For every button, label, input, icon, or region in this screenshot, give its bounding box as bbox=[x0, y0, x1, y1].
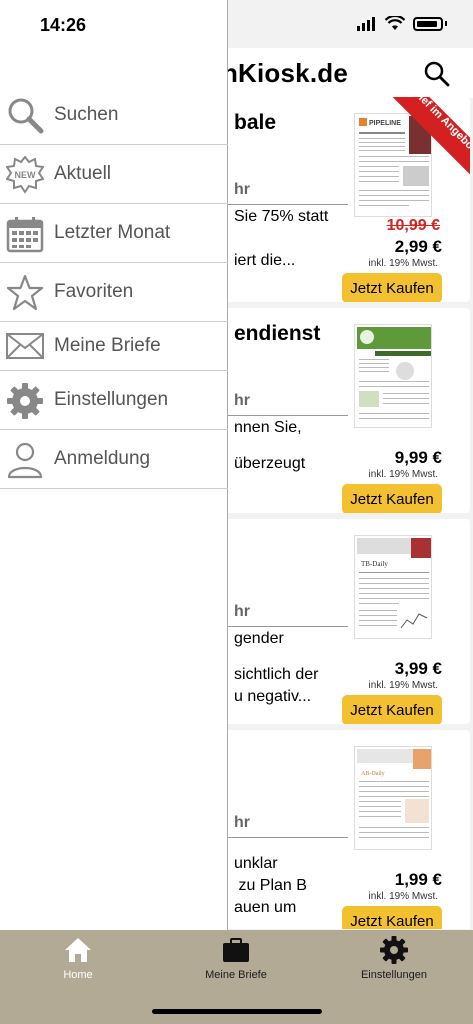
desc-line: überzeugt bbox=[234, 455, 306, 472]
cover-thumbnail: TB-Daily bbox=[355, 536, 431, 638]
card-title: bale bbox=[234, 111, 277, 134]
home-indicator bbox=[152, 1009, 322, 1014]
newsletter-cover-image[interactable]: PIPELINE bbox=[354, 113, 432, 217]
letter-card[interactable]: hr unklar zu Plan B auen um AB-Daily 1,9… bbox=[196, 730, 470, 929]
battery-icon bbox=[413, 16, 443, 31]
cover-thumbnail: PIPELINE bbox=[355, 114, 431, 216]
divider bbox=[226, 204, 348, 205]
card-description: nnen Sie, überzeugt bbox=[234, 417, 356, 475]
letter-card[interactable]: hr gender sichtlich der u negativ... TB-… bbox=[196, 519, 470, 724]
svg-text:AB-Daily: AB-Daily bbox=[361, 771, 385, 777]
calendar-icon bbox=[6, 217, 44, 253]
card-meta: hr bbox=[234, 181, 250, 198]
card-meta: hr bbox=[234, 392, 250, 409]
tax-note: inkl. 19% Mwst. bbox=[368, 891, 438, 902]
tab-label: Home bbox=[63, 969, 93, 981]
card-meta: hr bbox=[234, 814, 250, 831]
buy-button[interactable]: Jetzt Kaufen bbox=[342, 906, 442, 929]
menu-item-label: Anmeldung bbox=[54, 448, 151, 469]
desc-line: unklar bbox=[234, 855, 278, 872]
desc-line: auen um bbox=[234, 899, 297, 916]
tab-label: Meine Briefe bbox=[205, 969, 267, 981]
menu-item-label: Einstellungen bbox=[54, 389, 169, 410]
desc-line: Sie 75% statt bbox=[234, 208, 329, 225]
price: 2,99 € bbox=[394, 237, 442, 256]
price: 1,99 € bbox=[394, 870, 442, 889]
new-badge-icon: NEW bbox=[6, 156, 44, 194]
card-description: gender sichtlich der u negativ... bbox=[234, 628, 356, 708]
divider bbox=[226, 837, 348, 838]
buy-button[interactable]: Jetzt Kaufen bbox=[342, 273, 442, 302]
cover-thumbnail bbox=[355, 325, 431, 427]
menu-item-label: Suchen bbox=[54, 104, 119, 125]
briefcase-icon bbox=[223, 938, 249, 962]
tax-note: inkl. 19% Mwst. bbox=[368, 469, 438, 480]
signal-icon bbox=[357, 16, 375, 31]
menu-item-meine-briefe[interactable]: Meine Briefe bbox=[0, 322, 228, 371]
newsletter-cover-image[interactable] bbox=[354, 324, 432, 428]
tab-einstellungen[interactable]: Einstellungen bbox=[334, 936, 454, 981]
envelope-icon bbox=[6, 333, 44, 359]
buy-button[interactable]: Jetzt Kaufen bbox=[342, 484, 442, 513]
divider bbox=[226, 626, 348, 627]
menu-item-anmeldung[interactable]: Anmeldung bbox=[0, 430, 228, 489]
card-title: endienst bbox=[234, 322, 321, 345]
tab-home[interactable]: Home bbox=[18, 936, 138, 981]
card-meta: hr bbox=[234, 603, 250, 620]
side-drawer: Suchen NEW Aktuell Letzter Monat Favorit… bbox=[0, 0, 228, 930]
card-description: unklar zu Plan B auen um bbox=[234, 839, 356, 919]
card-description: Sie 75% statt iert die... bbox=[234, 206, 356, 272]
cover-thumbnail: AB-Daily bbox=[355, 747, 431, 849]
home-icon bbox=[65, 938, 91, 962]
price: 9,99 € bbox=[394, 448, 442, 467]
gear-icon bbox=[7, 383, 43, 419]
old-price: 10,99 € bbox=[386, 217, 440, 234]
desc-line: iert die... bbox=[234, 252, 296, 269]
menu-item-favoriten[interactable]: Favoriten bbox=[0, 263, 228, 322]
menu-item-einstellungen[interactable]: Einstellungen bbox=[0, 371, 228, 430]
svg-text:PIPELINE: PIPELINE bbox=[369, 120, 401, 127]
desc-line: gender bbox=[234, 630, 284, 647]
desc-line: zu Plan B bbox=[234, 877, 307, 894]
tax-note: inkl. 19% Mwst. bbox=[368, 680, 438, 691]
divider bbox=[226, 415, 348, 416]
buy-button[interactable]: Jetzt Kaufen bbox=[342, 695, 442, 724]
letter-card[interactable]: endienst hr nnen Sie, überzeugt 9,99 € i… bbox=[196, 308, 470, 513]
wifi-icon bbox=[385, 16, 405, 30]
person-icon bbox=[7, 442, 43, 479]
menu-item-label: Favoriten bbox=[54, 281, 134, 302]
magnifier-icon bbox=[8, 98, 44, 134]
menu-item-suchen[interactable]: Suchen bbox=[0, 86, 228, 145]
tab-label: Einstellungen bbox=[360, 969, 428, 981]
desc-line: nnen Sie, bbox=[234, 419, 302, 436]
newsletter-cover-image[interactable]: TB-Daily bbox=[354, 535, 432, 639]
status-icons bbox=[357, 16, 447, 31]
tab-meine-briefe[interactable]: Meine Briefe bbox=[176, 936, 296, 981]
letter-card[interactable]: bale hr Sie 75% statt iert die... PIPELI… bbox=[196, 97, 470, 302]
menu-item-label: Aktuell bbox=[54, 163, 112, 184]
newsletter-cover-image[interactable]: AB-Daily bbox=[354, 746, 432, 850]
star-icon bbox=[6, 274, 44, 311]
svg-text:NEW: NEW bbox=[15, 170, 37, 180]
svg-text:TB-Daily: TB-Daily bbox=[361, 560, 388, 568]
desc-line: u negativ... bbox=[234, 688, 312, 705]
status-time: 14:26 bbox=[40, 15, 87, 35]
tax-note: inkl. 19% Mwst. bbox=[368, 258, 438, 269]
desc-line: sichtlich der bbox=[234, 666, 319, 683]
menu-item-label: Letzter Monat bbox=[54, 222, 171, 243]
search-icon[interactable] bbox=[423, 60, 451, 88]
menu-item-aktuell[interactable]: NEW Aktuell bbox=[0, 145, 228, 204]
gear-icon bbox=[380, 936, 408, 964]
screen: { "status": {"time": "14:26"}, "header":… bbox=[0, 0, 473, 1024]
menu-item-letzter-monat[interactable]: Letzter Monat bbox=[0, 204, 228, 263]
drawer-menu: Suchen NEW Aktuell Letzter Monat Favorit… bbox=[0, 86, 228, 489]
menu-item-label: Meine Briefe bbox=[54, 335, 161, 356]
price: 3,99 € bbox=[394, 659, 442, 678]
